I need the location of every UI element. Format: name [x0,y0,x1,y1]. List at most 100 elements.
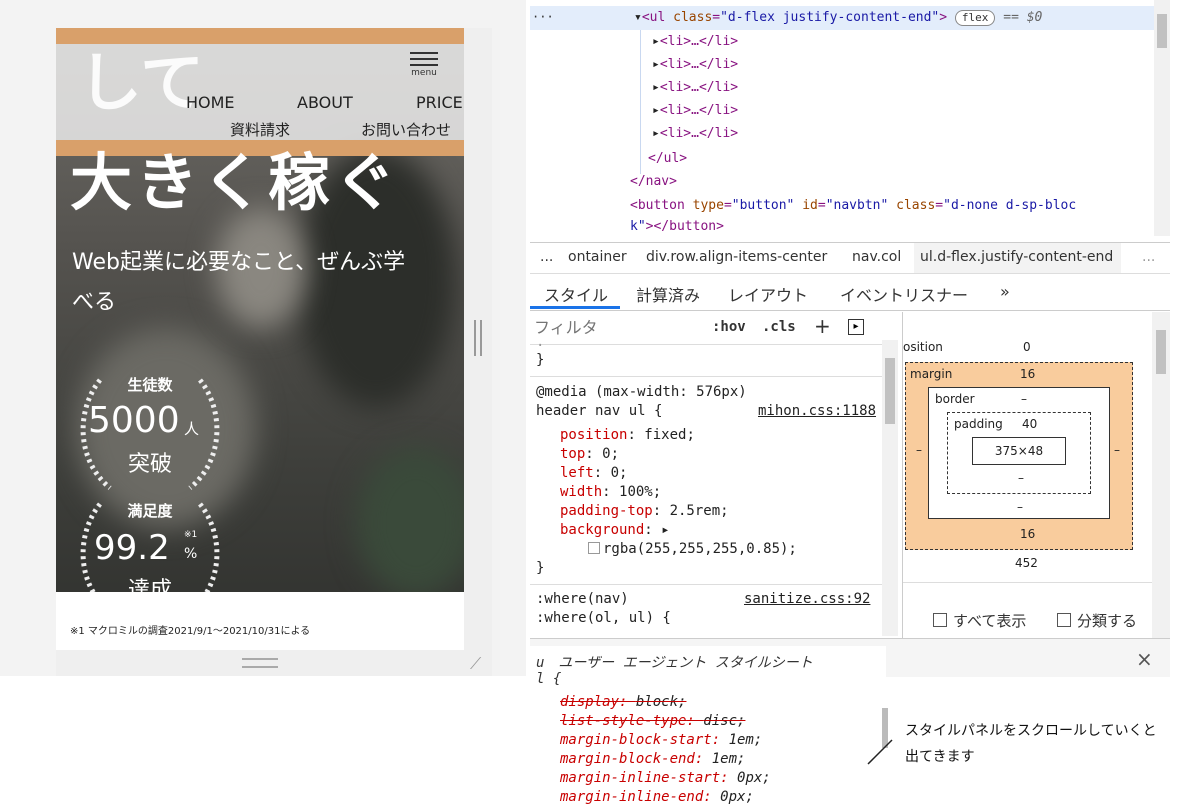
dom-li[interactable]: ▸<li>…</li> [652,80,738,95]
new-rule-icon[interactable]: + [814,314,831,338]
breadcrumb-item[interactable]: ontainer [568,249,627,265]
stat-students-label: 生徒数 [127,376,173,394]
expand-triangle-icon[interactable]: ▾ [634,10,642,25]
nav-about[interactable]: ABOUT [297,93,353,112]
styles-scrollbar[interactable] [882,340,898,636]
dom-scrollbar[interactable] [1154,0,1170,236]
box-model-position-label: osition [903,340,943,354]
stat-students-caption: 突破 [127,452,172,477]
nav-document-request[interactable]: 資料請求 [230,119,290,140]
hero-line-2: 大きく稼ぐ [70,146,401,219]
bottom-resize-handle[interactable] [242,658,278,668]
ua-declaration: margin-inline-end: 0px; [560,789,754,805]
margin-bottom-value: 16 [1020,527,1036,541]
checkbox-icon[interactable] [933,613,947,627]
styles-toolbar: :hov .cls + ▸ [530,312,882,345]
margin-top-value: 16 [1020,367,1036,381]
checkbox-icon[interactable] [1057,613,1071,627]
ua-stylesheet-header: u ユーザー エージェント スタイルシート [536,655,813,671]
mobile-viewport[interactable]: して 大きく稼ぐ menu HOME ABOUT PRICE 資料請求 お問い合… [56,28,464,650]
tab-computed[interactable]: 計算済み [636,282,700,306]
annotation-pointer-line [867,739,893,765]
dom-li[interactable]: ▸<li>…</li> [652,34,738,49]
css-declaration[interactable]: top: 0; [560,446,619,462]
annotation-line-1: スタイルパネルをスクロールしていくと [905,723,1157,739]
dom-ul-open[interactable]: ▾<ul class="d-flex justify-content-end">… [634,10,1042,26]
tab-styles[interactable]: スタイル [544,282,608,306]
breadcrumb: ... ontainer div.row.align-items-center … [530,242,1170,274]
rule-close: } [536,352,545,368]
show-all-checkbox[interactable]: すべて表示 [933,610,1026,631]
css-declaration[interactable]: padding-top: 2.5rem; [560,503,729,519]
viewport-resize-handle[interactable] [474,320,482,356]
cls-toggle[interactable]: .cls [762,319,796,335]
border-bottom-value: – [1017,500,1023,514]
dom-li[interactable]: ▸<li>…</li> [652,103,738,118]
ua-declaration-overridden: display: block; [560,694,687,710]
dom-ul-close[interactable]: </ul> [648,151,687,166]
hov-toggle[interactable]: :hov [712,319,746,335]
box-model-margin[interactable]: margin 16 – – 16 border – padding 40 375… [905,362,1133,550]
footnote-section: ※1 マクロミルの調査2021/9/1～2021/10/31による [56,592,464,650]
box-model-width: 452 [1015,556,1038,570]
hamburger-icon [410,52,438,66]
stat-satisfaction-value: 99.2 [94,528,170,568]
stat-students-value: 5000 [88,400,180,441]
toggle-sidebar-icon[interactable]: ▸ [848,319,864,335]
active-tab-indicator [530,306,620,309]
breadcrumb-item[interactable]: nav.col [852,249,901,265]
flex-badge[interactable]: flex [954,10,996,26]
dom-li[interactable]: ▸<li>…</li> [652,57,738,72]
where-selector[interactable]: :where(nav) [536,591,629,607]
styles-filter-input[interactable] [532,314,696,340]
tree-guide-line [640,30,641,174]
dom-nav-close[interactable]: </nav> [630,174,677,189]
menu-button[interactable]: menu [410,52,438,78]
rule-source-link[interactable]: sanitize.css:92 [744,591,870,607]
ua-declaration-overridden: list-style-type: disc; [560,713,746,729]
rule-close: } [536,560,545,576]
annotation-line-2: 出てきます [905,749,975,765]
rule-selector[interactable]: header nav ul { [536,403,662,419]
where-selector[interactable]: :where(ol, ul) { [536,610,671,626]
margin-left-value: – [916,443,922,457]
box-model-border[interactable]: border – padding 40 375×48 – – [928,387,1110,519]
dom-button-open[interactable]: <button type="button" id="navbtn" class=… [630,198,1076,213]
breadcrumb-overflow-left[interactable]: ... [540,249,553,265]
breadcrumb-item[interactable]: div.row.align-items-center [646,249,827,265]
css-declaration-value[interactable]: rgba(255,255,255,0.85); [588,541,797,557]
ua-declaration: margin-block-end: 1em; [560,751,746,767]
margin-right-value: – [1114,443,1120,457]
box-model-scrollbar[interactable] [1152,312,1170,638]
box-model-content-size[interactable]: 375×48 [972,437,1066,465]
ua-declaration: margin-block-start: 1em; [560,732,763,748]
breadcrumb-overflow-right[interactable]: ... [1142,249,1155,265]
breadcrumb-current[interactable]: ul.d-flex.justify-content-end [914,243,1122,273]
color-swatch[interactable] [588,542,600,554]
close-drawer-icon[interactable]: × [1136,647,1153,671]
css-declaration[interactable]: background: ▸ [560,522,670,538]
box-model-position-value: 0 [1023,340,1031,354]
css-declaration[interactable]: left: 0; [560,465,627,481]
nav-home[interactable]: HOME [186,93,235,112]
css-declaration[interactable]: width: 100%; [560,484,661,500]
row-actions-icon[interactable]: ··· [532,10,554,24]
nav-contact[interactable]: お問い合わせ [361,119,451,140]
menu-label: menu [411,68,437,78]
hero-subtitle-line-1: Web起業に必要なこと、ぜんぶ学 [72,250,406,275]
border-label: border [935,392,975,406]
css-declaration[interactable]: position: fixed; [560,427,695,443]
styles-tabbar: スタイル 計算済み レイアウト イベントリスナー » [530,272,1170,311]
dom-button-close[interactable]: k"></button> [630,219,724,234]
group-checkbox[interactable]: 分類する [1057,610,1137,631]
ua-declaration: margin-inline-start: 0px; [560,770,771,786]
nav-price[interactable]: PRICE [416,93,463,112]
rule-source-link[interactable]: mihon.css:1188 [758,403,876,419]
tab-layout[interactable]: レイアウト [728,282,808,306]
more-tabs-icon[interactable]: » [1000,282,1010,301]
box-model-padding[interactable]: padding 40 375×48 – [947,412,1091,494]
dom-li[interactable]: ▸<li>…</li> [652,126,738,141]
corner-resize-icon[interactable]: ⟋ [470,654,481,674]
tab-event-listeners[interactable]: イベントリスナー [840,282,968,306]
border-top-value: – [1021,392,1027,406]
